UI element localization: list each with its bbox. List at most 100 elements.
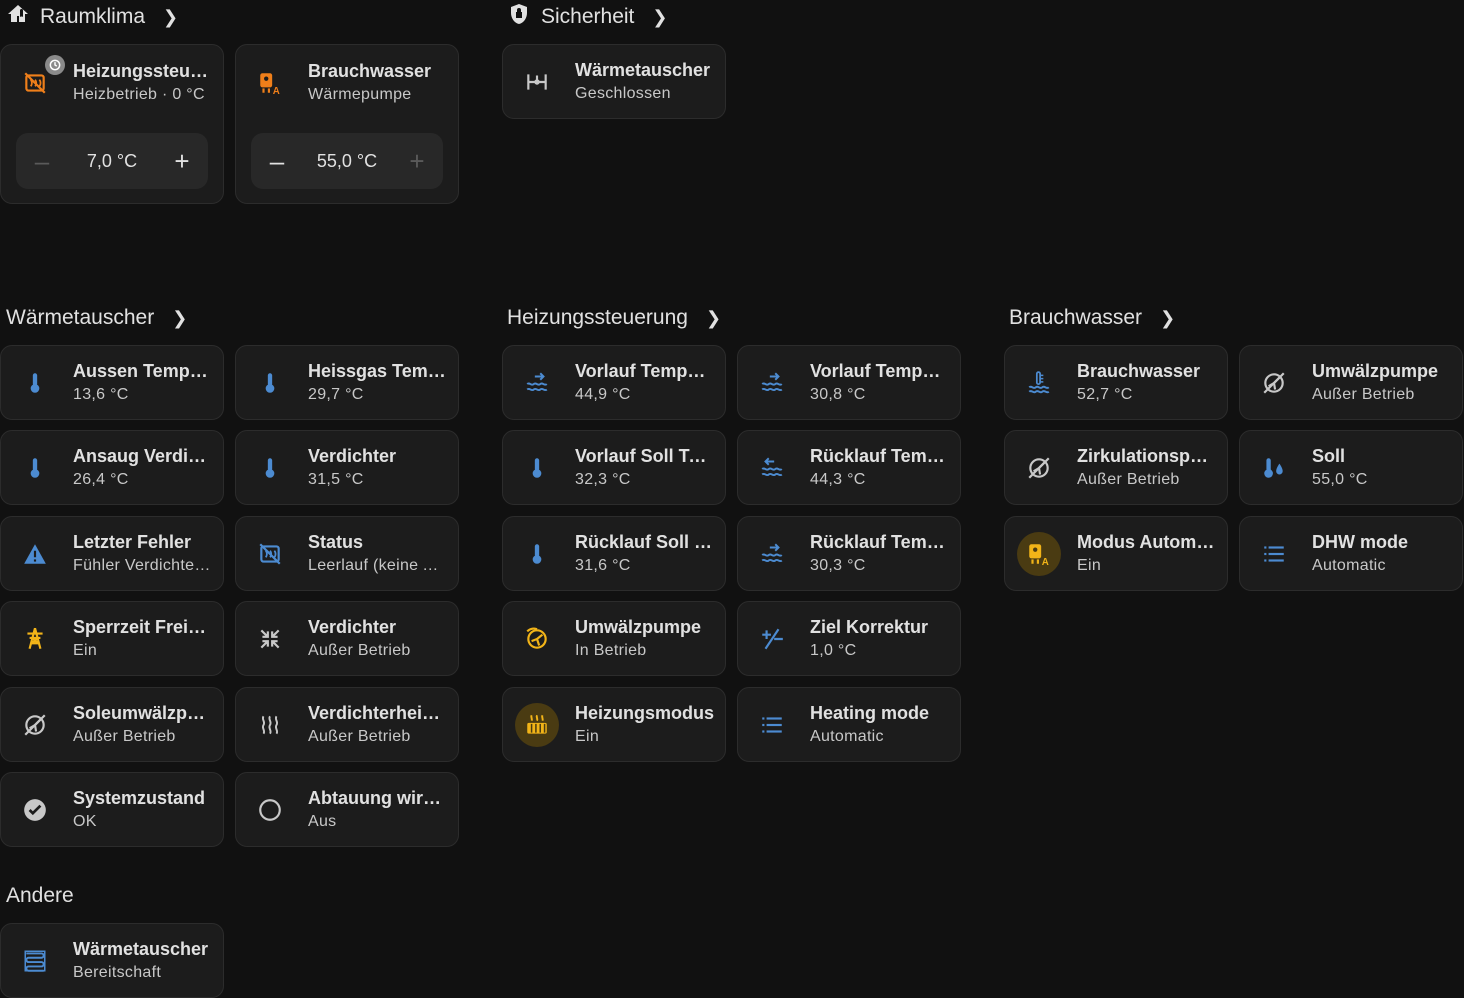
entity-card[interactable]: Rücklauf Temperatur 44,3 °C (737, 430, 961, 505)
entity-card[interactable]: Systemzustand OK (0, 772, 224, 847)
entity-state: 13,6 °C (73, 385, 129, 403)
entity-card[interactable]: Ansaug Verdichter 26,4 °C (0, 430, 224, 505)
entity-card[interactable]: Heissgas Temperatur 29,7 °C (235, 345, 459, 420)
entity-card[interactable]: Umwälzpumpe In Betrieb (502, 601, 726, 676)
check-circle-icon (13, 788, 57, 832)
section-header-waermetauscher[interactable]: Wärmetauscher ❯ (6, 301, 187, 335)
pump-off-icon (1252, 361, 1296, 405)
entity-card[interactable]: Verdichter Außer Betrieb (235, 601, 459, 676)
entity-name: Heizungssteuerung (73, 60, 213, 81)
chevron-right-icon: ❯ (652, 6, 668, 27)
entity-card[interactable]: A Modus Automatik Ein (1004, 516, 1228, 591)
entity-card[interactable]: Letzter Fehler Fühler Verdichterheizung (0, 516, 224, 591)
radiator-icon (515, 702, 559, 747)
decrease-button[interactable]: – (30, 146, 54, 177)
entity-state: Geschlossen (575, 84, 671, 102)
entity-name: Soll (1312, 445, 1346, 466)
entity-name: Heizungsmodus (575, 702, 715, 723)
entity-name: Sperrzeit Freigabe (73, 616, 213, 637)
section-title: Andere (6, 884, 74, 907)
entity-state: 31,6 °C (575, 556, 631, 574)
entity-name: Vorlauf Temperatur (575, 360, 715, 381)
thermometer-icon (13, 361, 57, 405)
svg-text:A: A (1042, 556, 1049, 566)
increase-button[interactable]: + (170, 146, 194, 177)
heating-off-icon (248, 532, 292, 576)
entity-card[interactable]: Brauchwasser 52,7 °C (1004, 345, 1228, 420)
entity-card[interactable]: Abtauung wird durchgeführt Aus (235, 772, 459, 847)
entity-name: Verdichterheizung (308, 702, 448, 723)
entity-card[interactable]: Wärmetauscher Bereitschaft (0, 923, 224, 998)
section-title: Wärmetauscher (6, 306, 155, 329)
pump-off-icon (1017, 446, 1061, 490)
entity-name: Heissgas Temperatur (308, 360, 448, 381)
entity-card[interactable]: Vorlauf Temperatur 44,9 °C (502, 345, 726, 420)
entity-card[interactable]: Soll 55,0 °C (1239, 430, 1463, 505)
water-heater-card-brauchwasser[interactable]: A Brauchwasser Wärmepumpe – 55,0 °C + (235, 44, 459, 204)
alert-icon (13, 532, 57, 576)
entity-card[interactable]: Ziel Korrektur 1,0 °C (737, 601, 961, 676)
section-header-sicherheit[interactable]: Sicherheit ❯ (507, 0, 667, 34)
entity-card[interactable]: Rücklauf Temperatur 30,3 °C (737, 516, 961, 591)
valve-closed-icon (515, 60, 559, 104)
entity-name: Umwälzpumpe (1312, 360, 1439, 381)
entity-card[interactable]: Zirkulationspumpe Außer Betrieb (1004, 430, 1228, 505)
entity-card[interactable]: Verdichter 31,5 °C (235, 430, 459, 505)
entity-card[interactable]: Wärmetauscher Geschlossen (502, 44, 726, 119)
entity-state: Automatic (1312, 556, 1386, 574)
thermostat-card-heizungssteuerung[interactable]: Heizungssteuerung Heizbetrieb · 0 °C – 7… (0, 44, 224, 204)
thermometer-icon (515, 446, 559, 490)
entity-card[interactable]: DHW mode Automatic (1239, 516, 1463, 591)
entity-name: Vorlauf Temperatur (810, 360, 950, 381)
transmission-tower-icon (13, 617, 57, 661)
decrease-button[interactable]: – (265, 146, 289, 177)
entity-state: 52,7 °C (1077, 385, 1133, 403)
entity-card[interactable]: Vorlauf Temperatur 30,8 °C (737, 345, 961, 420)
entity-card[interactable]: Sperrzeit Freigabe Ein (0, 601, 224, 676)
entity-card[interactable]: Vorlauf Soll Temperatur 32,3 °C (502, 430, 726, 505)
thermometer-icon (515, 532, 559, 576)
chevron-right-icon: ❯ (1160, 307, 1176, 328)
water-boiler-auto-icon: A (1017, 531, 1061, 576)
chevron-right-icon: ❯ (705, 307, 722, 328)
section-header-raumklima[interactable]: Raumklima ❯ (6, 0, 178, 34)
entity-card[interactable]: Rücklauf Soll Temperatur 31,6 °C (502, 516, 726, 591)
entity-state: 26,4 °C (73, 470, 129, 488)
plus-minus-icon (750, 617, 794, 661)
entity-card[interactable]: Heizungsmodus Ein (502, 687, 726, 762)
entity-name: Wärmetauscher (73, 938, 209, 959)
entity-card[interactable]: Verdichterheizung Außer Betrieb (235, 687, 459, 762)
section-header-andere: Andere (6, 879, 74, 913)
temperature-stepper: – 55,0 °C + (251, 133, 443, 189)
entity-name: Modus Automatik (1077, 531, 1217, 552)
target-temperature: 7,0 °C (86, 150, 138, 171)
entity-state: 1,0 °C (810, 641, 857, 659)
pump-off-icon (13, 703, 57, 747)
flow-forward-icon (515, 361, 559, 405)
entity-state: 31,5 °C (308, 470, 364, 488)
entity-name: Ansaug Verdichter (73, 445, 213, 466)
entity-state: 44,9 °C (575, 385, 631, 403)
entity-state: Bereitschaft (73, 963, 162, 981)
entity-state: Außer Betrieb (308, 641, 411, 659)
increase-button[interactable]: + (405, 146, 429, 177)
arrow-collapse-all-icon (248, 617, 292, 661)
thermometer-icon (248, 361, 292, 405)
entity-card[interactable]: Status Leerlauf (keine Anforderung) (235, 516, 459, 591)
svg-text:A: A (273, 85, 280, 95)
heat-wave-icon (248, 703, 292, 747)
entity-name: Status (308, 531, 364, 552)
section-header-brauchwasser[interactable]: Brauchwasser ❯ (1009, 301, 1175, 335)
entity-card[interactable]: Aussen Temperatur 13,6 °C (0, 345, 224, 420)
entity-name: Vorlauf Soll Temperatur (575, 445, 715, 466)
section-title: Raumklima (40, 5, 146, 28)
section-title: Brauchwasser (1009, 306, 1143, 329)
section-header-heizungssteuerung[interactable]: Heizungssteuerung ❯ (507, 301, 721, 335)
entity-card[interactable]: Soleumwälzpumpe Außer Betrieb (0, 687, 224, 762)
entity-card[interactable]: Heating mode Automatic (737, 687, 961, 762)
entity-state: Aus (308, 812, 337, 830)
entity-name: Ziel Korrektur (810, 616, 929, 637)
entity-card[interactable]: Umwälzpumpe Außer Betrieb (1239, 345, 1463, 420)
entity-name: DHW mode (1312, 531, 1408, 552)
entity-name: Verdichter (308, 616, 397, 637)
